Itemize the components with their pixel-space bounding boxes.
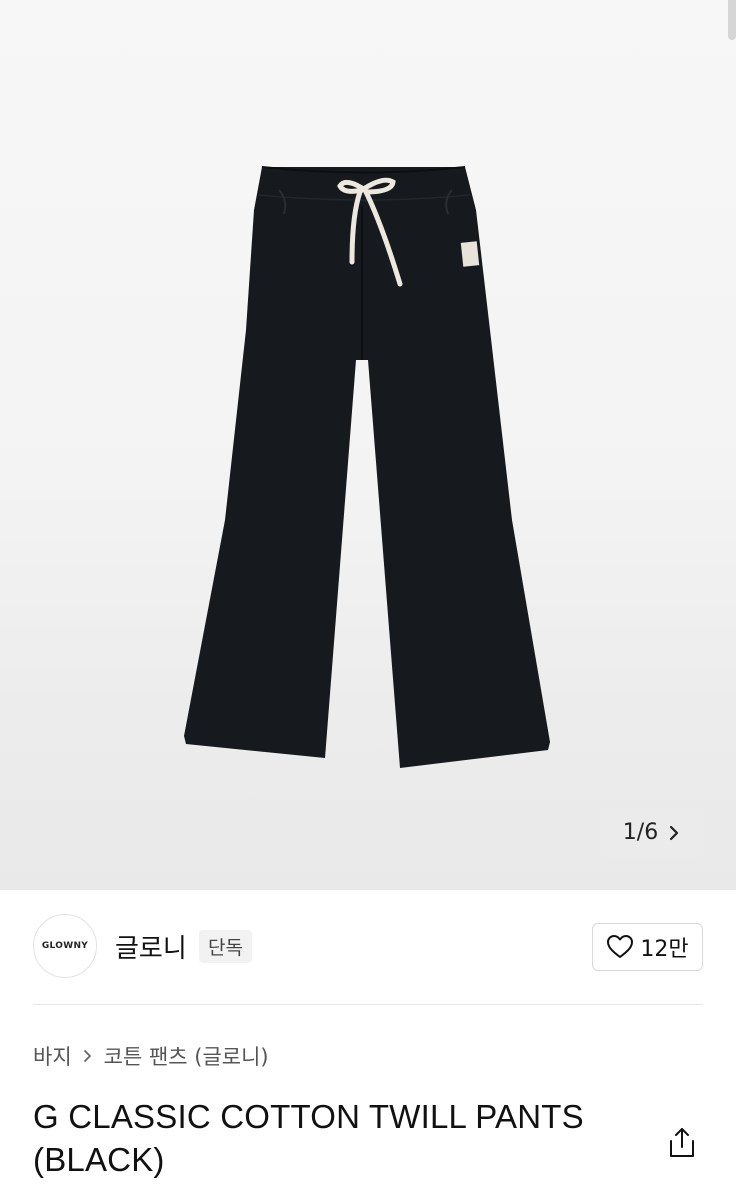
product-title-line1: G CLASSIC COTTON TWILL PANTS bbox=[33, 1098, 584, 1135]
chevron-right-icon[interactable] bbox=[668, 824, 680, 842]
chevron-right-icon bbox=[83, 1050, 91, 1062]
share-icon[interactable] bbox=[665, 1125, 699, 1161]
product-title-line2: (BLACK) bbox=[33, 1141, 165, 1178]
breadcrumb-item-category[interactable]: 바지 bbox=[33, 1041, 72, 1071]
heart-icon bbox=[607, 935, 634, 958]
brand-logo[interactable]: GLOWNY bbox=[33, 914, 97, 978]
breadcrumb-item-subcategory[interactable]: 코튼 팬츠 (글로니) bbox=[104, 1041, 269, 1071]
like-count: 12만 bbox=[640, 937, 689, 962]
brand-logo-text: GLOWNY bbox=[41, 941, 89, 951]
brand-row: GLOWNY 글로니 단독 12만 bbox=[33, 914, 703, 980]
divider bbox=[33, 1004, 703, 1005]
breadcrumb: 바지 코튼 팬츠 (글로니) bbox=[33, 1041, 269, 1071]
product-image-pants bbox=[184, 166, 550, 768]
counter-current: 1 bbox=[622, 820, 637, 845]
like-button[interactable]: 12만 bbox=[592, 923, 703, 971]
brand-name[interactable]: 글로니 bbox=[115, 928, 187, 965]
counter-total: 6 bbox=[644, 820, 659, 845]
exclusive-badge: 단독 bbox=[199, 930, 252, 963]
image-counter[interactable]: 1/6 bbox=[600, 808, 703, 857]
product-title: G CLASSIC COTTON TWILL PANTS (BLACK) bbox=[33, 1095, 633, 1181]
product-image-gallery[interactable]: 1/6 bbox=[0, 0, 736, 890]
